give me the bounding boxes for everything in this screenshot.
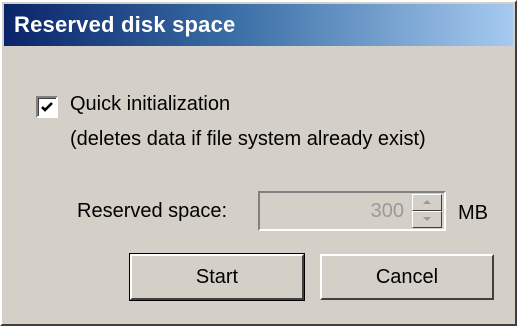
arrow-up-icon bbox=[423, 200, 431, 204]
unit-label: MB bbox=[458, 202, 488, 224]
checkmark-icon bbox=[41, 102, 53, 112]
spin-down-button[interactable] bbox=[412, 211, 442, 228]
cancel-button[interactable]: Cancel bbox=[320, 254, 494, 300]
window-title: Reserved disk space bbox=[14, 12, 236, 37]
reserved-space-value[interactable]: 300 bbox=[371, 200, 404, 223]
reserved-space-label: Reserved space: bbox=[77, 200, 228, 222]
spin-up-button[interactable] bbox=[412, 194, 442, 211]
reserved-disk-space-dialog: Reserved disk space Quick initialization… bbox=[0, 0, 517, 326]
quick-initialization-checkbox[interactable] bbox=[36, 96, 58, 118]
start-button[interactable]: Start bbox=[129, 253, 305, 301]
quick-initialization-label[interactable]: Quick initialization bbox=[70, 93, 230, 116]
quick-initialization-note: (deletes data if file system already exi… bbox=[70, 128, 426, 150]
title-bar[interactable]: Reserved disk space bbox=[4, 4, 513, 46]
reserved-space-spinner[interactable]: 300 bbox=[258, 191, 446, 231]
arrow-down-icon bbox=[423, 217, 431, 221]
